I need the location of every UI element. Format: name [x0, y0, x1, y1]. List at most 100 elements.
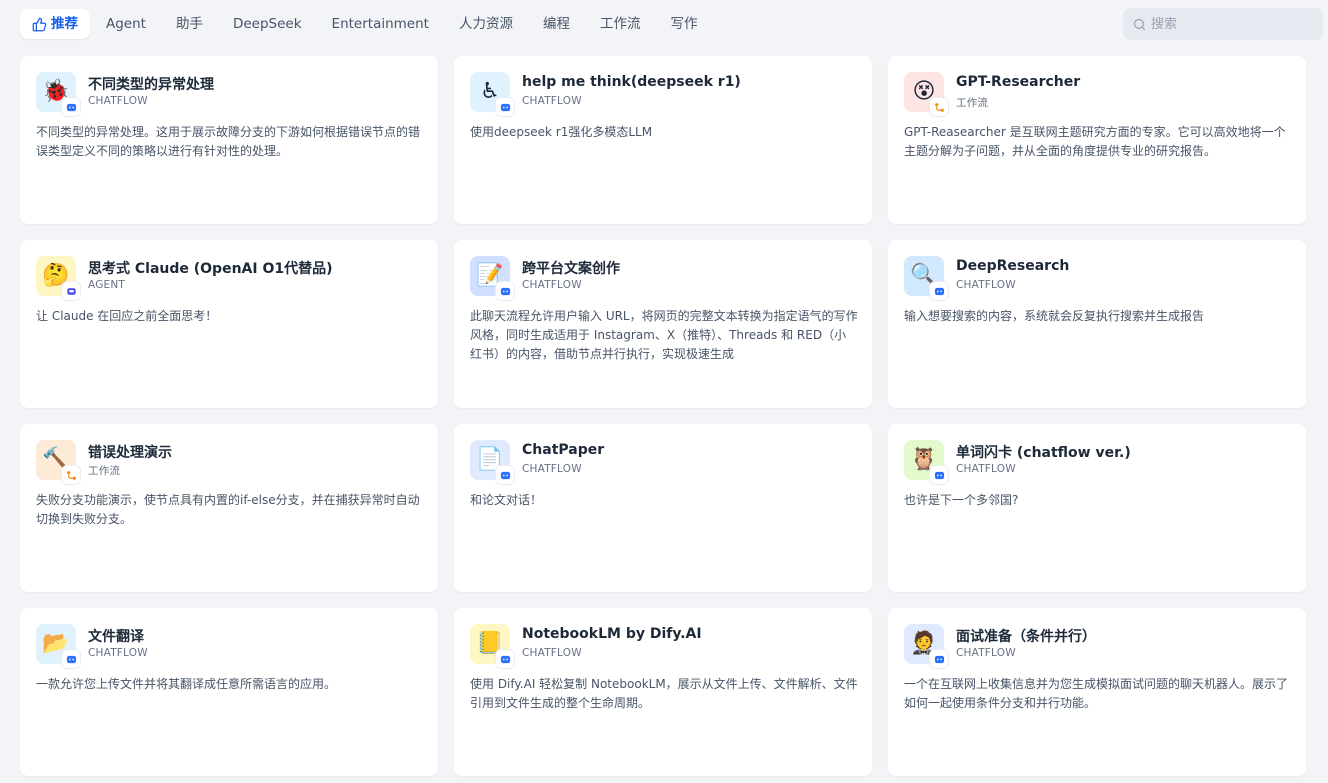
chatflow-badge-icon [500, 287, 510, 295]
app-type: CHATFLOW [522, 463, 582, 475]
app-title: GPT-Researcher [956, 74, 1081, 90]
agent-badge [62, 282, 80, 300]
chatflow-badge [496, 466, 514, 484]
search-icon [1133, 18, 1146, 30]
app-card-grid: 🐞 不同类型的异常处理 CHATFLOW 不同类型的异常处理。这用于展示故障分支的下游… [20, 56, 1306, 776]
tab-hr[interactable]: 人力资源 [445, 9, 527, 39]
app-description: 也许是下一个多邻国? [904, 493, 1019, 507]
chatflow-badge-icon [934, 655, 944, 663]
tab-workflow[interactable]: 工作流 [586, 9, 655, 39]
app-title: 思考式 Claude (OpenAI O1代替品) [88, 261, 333, 277]
app-type: CHATFLOW [88, 647, 148, 659]
app-type: CHATFLOW [522, 279, 582, 291]
app-card[interactable]: 📝 跨平台文案创作 CHATFLOW 此聊天流程允许用户输入 URL，将网页的完整文本… [454, 240, 872, 408]
chatflow-badge [930, 650, 948, 668]
app-icon: 🤔 [36, 256, 80, 300]
app-icon: 📒 [470, 624, 514, 668]
app-type: 工作流 [88, 465, 121, 477]
app-card[interactable]: 📄 ChatPaper CHATFLOW 和论文对话！ [454, 424, 872, 592]
app-title: ChatPaper [522, 442, 605, 458]
app-icon: ♿ [470, 72, 514, 116]
app-title: 面试准备（条件并行） [956, 629, 1096, 645]
top-bar: 推荐 Agent 助手 DeepSeek Entertainment 人力资源 … [0, 0, 1328, 48]
app-icon: 🐞 [36, 72, 80, 116]
tab-writing[interactable]: 写作 [656, 9, 711, 39]
app-type: CHATFLOW [956, 647, 1016, 659]
app-description: 输入想要搜索的内容，系统就会反复执行搜索并生成报告 [904, 309, 1205, 323]
app-card[interactable]: 🔨 错误处理演示工作流失败分支功能演示，使节点具有内置的if-else分支，并在捕… [20, 424, 438, 592]
chatflow-badge-icon [66, 655, 76, 663]
app-title: NotebookLM by Dify.AI [522, 626, 702, 642]
app-card[interactable]: 🔍 DeepResearch CHATFLOW 输入想要搜索的内容，系统就会反复执行搜… [888, 240, 1306, 408]
app-icon: 😵 [904, 72, 948, 116]
app-card[interactable]: 📒 NotebookLM by Dify.AI CHATFLOW 使用 Dify.AI… [454, 608, 872, 776]
agent-badge-icon [66, 287, 76, 295]
app-type: CHATFLOW [956, 463, 1016, 475]
app-title: 错误处理演示 [88, 445, 172, 461]
chatflow-badge [496, 98, 514, 116]
app-title: help me think(deepseek r1) [522, 74, 741, 90]
app-card[interactable]: 🐞 不同类型的异常处理 CHATFLOW 不同类型的异常处理。这用于展示故障分支的下游… [20, 56, 438, 224]
app-title: 跨平台文案创作 [522, 261, 620, 277]
app-title: 文件翻译 [88, 629, 144, 645]
chatflow-badge [496, 650, 514, 668]
tab-label: 推荐 [51, 16, 78, 32]
app-icon: 📝 [470, 256, 514, 300]
tab-entertainment[interactable]: Entertainment [318, 9, 443, 39]
chatflow-badge-icon [500, 103, 510, 111]
app-card[interactable]: ♿ help me think(deepseek r1) CHATFLOW 使用dee… [454, 56, 872, 224]
app-type: CHATFLOW [522, 647, 582, 659]
app-type: 工作流 [956, 97, 989, 109]
app-description: GPT-Reasearcher 是互联网主题研究方面的专家。它可以高效地将一个主… [904, 125, 1286, 158]
app-type: CHATFLOW [522, 95, 582, 107]
app-description: 一款允许您上传文件并将其翻译成任意所需语言的应用。 [36, 677, 337, 691]
tab-programming[interactable]: 编程 [529, 9, 584, 39]
app-type: AGENT [88, 279, 126, 291]
app-icon: 📂 [36, 624, 80, 668]
app-description: 不同类型的异常处理。这用于展示故障分支的下游如何根据错误节点的错误类型定义不同的… [36, 125, 421, 158]
tab-deepseek[interactable]: DeepSeek [219, 9, 316, 39]
search-box[interactable] [1123, 8, 1323, 40]
app-title: 单词闪卡 (chatflow ver.) [956, 445, 1131, 461]
app-description: 和论文对话！ [470, 493, 543, 507]
workflow-badge-icon [66, 470, 76, 480]
app-title: DeepResearch [956, 258, 1070, 274]
app-description: 一个在互联网上收集信息并为您生成模拟面试问题的聊天机器人。展示了如何一起使用条件… [904, 677, 1289, 710]
app-description: 失败分支功能演示，使节点具有内置的if-else分支，并在捕获异常时自动切换到失… [36, 493, 420, 526]
thumbs-up-icon [32, 17, 47, 31]
chatflow-badge [62, 650, 80, 668]
chatflow-badge-icon [934, 471, 944, 479]
chatflow-badge-icon [66, 103, 76, 111]
app-card[interactable]: 🦉 单词闪卡 (chatflow ver.) CHATFLOW 也许是下一个多邻国? [888, 424, 1306, 592]
chatflow-badge [62, 98, 80, 116]
app-title: 不同类型的异常处理 [88, 77, 214, 93]
app-icon: 📄 [470, 440, 514, 484]
workflow-badge-icon [934, 102, 944, 112]
workflow-badge [62, 466, 80, 484]
app-description: 使用 Dify.AI 轻松复制 NotebookLM，展示从文件上传、文件解析、… [470, 677, 858, 710]
app-description: 使用deepseek r1强化多模态LLM [470, 125, 653, 139]
tab-agent[interactable]: Agent [92, 9, 160, 39]
app-card[interactable]: 📂 文件翻译 CHATFLOW 一款允许您上传文件并将其翻译成任意所需语言的应用。 [20, 608, 438, 776]
app-icon: 🔍 [904, 256, 948, 300]
chatflow-badge-icon [934, 287, 944, 295]
app-card[interactable]: 🤵 面试准备（条件并行） CHATFLOW 一个在互联网上收集信息并为您生成模拟面试问… [888, 608, 1306, 776]
chatflow-badge [496, 282, 514, 300]
chatflow-badge-icon [500, 471, 510, 479]
tab-recommended[interactable]: 推荐 [20, 9, 90, 39]
app-card[interactable]: 😵 GPT-Researcher 工作流 GPT-Reasearcher 是互联网主题… [888, 56, 1306, 224]
app-icon: 🦉 [904, 440, 948, 484]
app-icon: 🔨 [36, 440, 80, 484]
chatflow-badge [930, 466, 948, 484]
app-type: CHATFLOW [956, 279, 1016, 291]
app-card[interactable]: 🤔 思考式 Claude (OpenAI O1代替品) AGENT 让 Claude … [20, 240, 438, 408]
app-description: 此聊天流程允许用户输入 URL，将网页的完整文本转换为指定语气的写作风格，同时生… [470, 309, 858, 361]
tab-assistant[interactable]: 助手 [162, 9, 217, 39]
app-description: 让 Claude 在回应之前全面思考！ [36, 309, 218, 323]
app-type: CHATFLOW [88, 95, 148, 107]
app-icon: 🤵 [904, 624, 948, 668]
chatflow-badge [930, 282, 948, 300]
workflow-badge [930, 98, 948, 116]
search-input[interactable] [1151, 16, 1311, 32]
category-tabs: 推荐 Agent 助手 DeepSeek Entertainment 人力资源 … [20, 9, 713, 39]
